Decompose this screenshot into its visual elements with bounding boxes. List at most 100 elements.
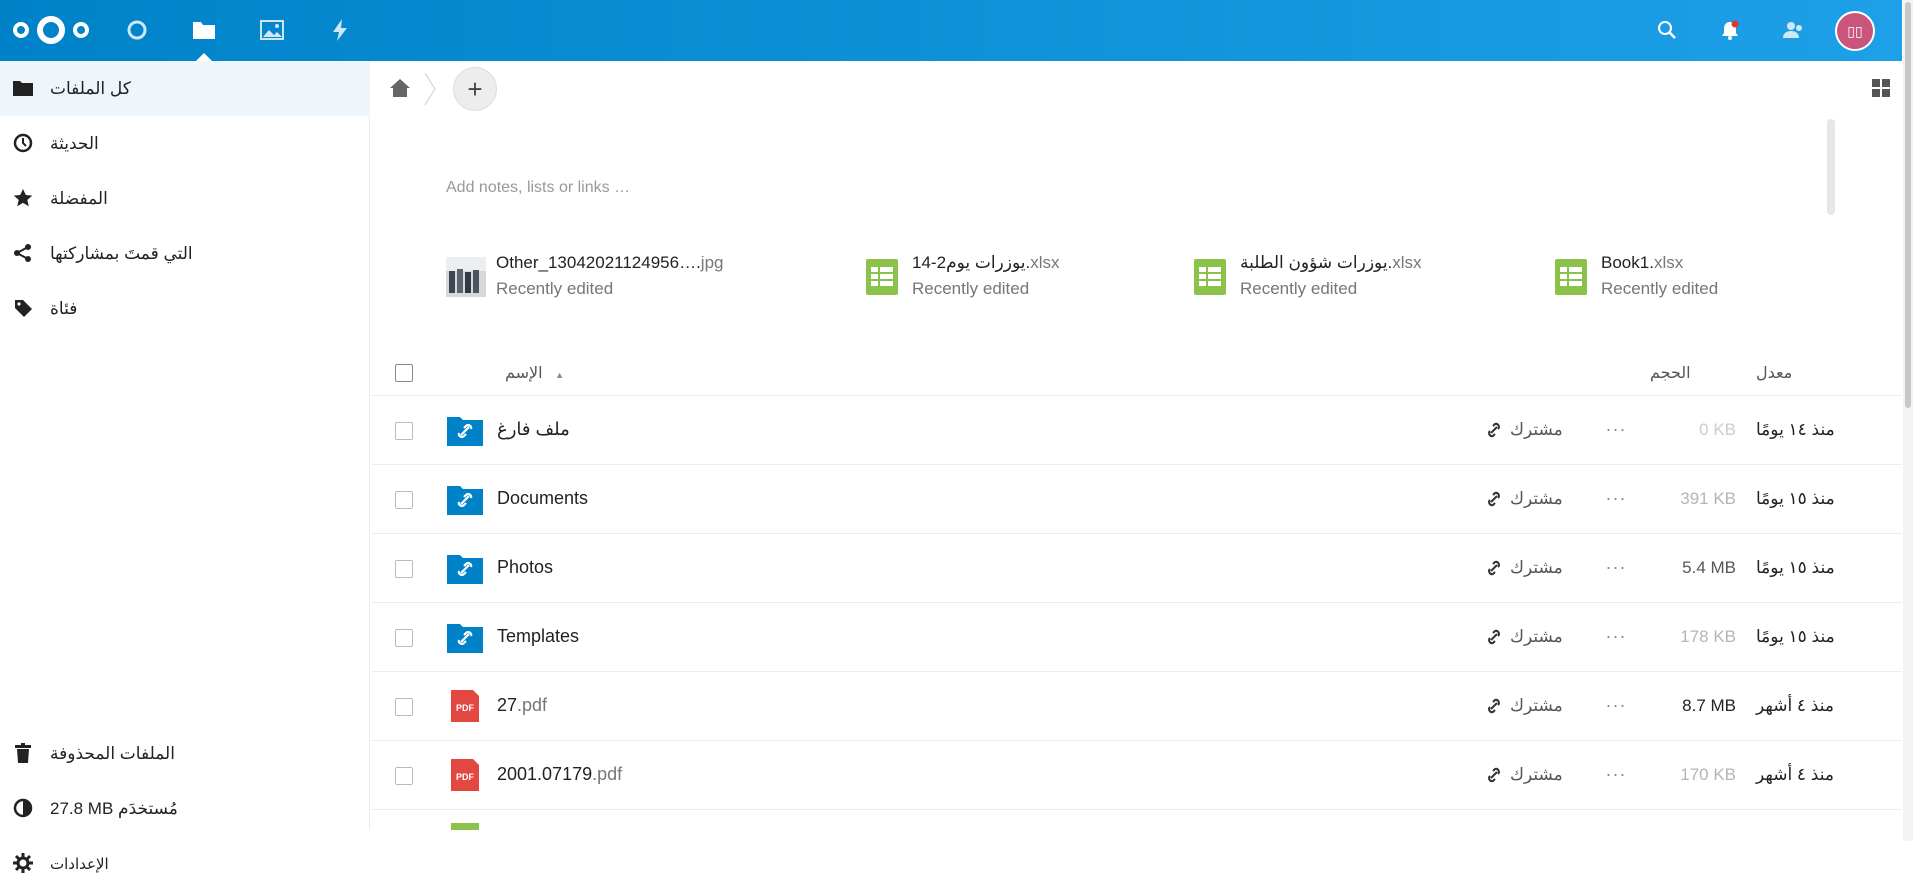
more-actions-icon[interactable]: ···	[1601, 763, 1631, 785]
shared-folder-icon	[447, 417, 483, 446]
search-icon[interactable]	[1653, 16, 1681, 44]
row-checkbox[interactable]	[395, 767, 413, 785]
home-icon[interactable]	[389, 77, 411, 99]
file-modified: منذ ١٥ يومًا	[1756, 558, 1835, 577]
row-checkbox[interactable]	[395, 422, 413, 440]
recent-file-ext: xlsx	[1392, 253, 1422, 272]
recent-file[interactable]: Other_13042021124956….jpg Recently edite…	[446, 253, 766, 303]
file-size: 8.7 MB	[1682, 696, 1736, 715]
avatar[interactable]: ▯▯	[1835, 11, 1875, 51]
pdf-icon: PDF	[451, 690, 479, 722]
top-header: ▯▯	[0, 0, 1902, 61]
file-size: 170 KB	[1680, 765, 1736, 784]
column-header-modified[interactable]: معدل	[1756, 363, 1792, 383]
sidebar-item-tags[interactable]: فئاة	[0, 281, 370, 336]
sidebar-item-shared[interactable]: التي قمتَ بمشاركتها	[0, 226, 370, 281]
recent-file[interactable]: يوزرات شؤون الطلبة.xlsx Recently edited	[1190, 253, 1490, 303]
more-actions-icon[interactable]: ···	[1601, 694, 1631, 716]
photos-icon[interactable]	[258, 16, 286, 44]
tag-icon	[13, 298, 33, 318]
spreadsheet-icon	[866, 259, 898, 295]
column-name-label: الإسم	[505, 365, 543, 382]
recent-file-status: Recently edited	[496, 279, 614, 298]
add-new-button[interactable]: +	[453, 67, 497, 111]
table-row[interactable]: Documents مشترك ··· 391 KB منذ ١٥ يومًا	[371, 465, 1902, 534]
file-name: 2001.07179.pdf	[497, 764, 622, 785]
select-all-checkbox[interactable]	[395, 364, 413, 382]
link-icon	[1488, 767, 1500, 783]
recent-file[interactable]: Book1.xlsx Recently edited	[1551, 253, 1781, 303]
share-button[interactable]: مشترك	[1486, 489, 1563, 509]
more-actions-icon[interactable]: ···	[1601, 418, 1631, 440]
sort-asc-icon: ▲	[555, 370, 564, 380]
row-checkbox[interactable]	[395, 491, 413, 509]
svg-text:PDF: PDF	[456, 772, 475, 782]
share-button[interactable]: مشترك	[1486, 558, 1563, 578]
sidebar-item-all-files[interactable]: كل الملفات	[0, 61, 370, 116]
files-icon[interactable]	[190, 16, 218, 44]
file-modified: منذ ١٥ يومًا	[1756, 627, 1835, 646]
table-row[interactable]: Templates مشترك ··· 178 KB منذ ١٥ يومًا	[371, 603, 1902, 672]
activity-icon[interactable]	[326, 16, 354, 44]
link-icon	[1488, 560, 1500, 576]
file-modified: منذ ١٥ يومًا	[1756, 489, 1835, 508]
svg-text:PDF: PDF	[456, 703, 475, 713]
quota-indicator[interactable]: 27.8 MB مُستخدَم	[0, 781, 370, 836]
recent-file[interactable]: يوزرات يوم2-14.xlsx Recently edited	[862, 253, 1122, 303]
contacts-icon[interactable]	[1779, 16, 1807, 44]
share-label: مشترك	[1510, 420, 1563, 439]
sidebar-item-settings[interactable]: الإعدادات	[0, 836, 370, 891]
sidebar-item-deleted-files[interactable]: الملفات المحذوفة	[0, 726, 370, 781]
sidebar-item-label: الإعدادات	[50, 855, 109, 873]
spreadsheet-icon	[1555, 259, 1587, 295]
row-checkbox[interactable]	[395, 698, 413, 716]
column-header-name[interactable]: الإسم ▲	[505, 363, 564, 383]
column-header-size[interactable]: الحجم	[1650, 363, 1691, 383]
gear-icon	[13, 853, 33, 873]
recent-file-status: Recently edited	[1240, 279, 1358, 298]
file-name-base: ملف فارغ	[497, 419, 570, 439]
file-name-base: 2001.07179	[497, 764, 593, 784]
folder-icon	[13, 78, 33, 98]
add-button-label: +	[467, 73, 483, 104]
file-modified: منذ ٤ أشهر	[1756, 696, 1834, 715]
table-row[interactable]: PDF 2001.07179.pdf مشترك ··· 170 KB منذ …	[371, 741, 1902, 810]
sidebar-item-recent[interactable]: الحديثة	[0, 116, 370, 171]
more-actions-icon[interactable]: ···	[1601, 625, 1631, 647]
share-button[interactable]: مشترك	[1486, 765, 1563, 785]
file-size: 391 KB	[1680, 489, 1736, 508]
table-row[interactable]: PDF 27.pdf مشترك ··· 8.7 MB منذ ٤ أشهر	[371, 672, 1902, 741]
more-actions-icon[interactable]: ···	[1601, 487, 1631, 509]
row-checkbox[interactable]	[395, 629, 413, 647]
share-button[interactable]: مشترك	[1486, 420, 1563, 440]
breadcrumb-separator	[424, 72, 436, 106]
sidebar-item-label: الحديثة	[50, 133, 99, 153]
sidebar-item-favorites[interactable]: المفضلة	[0, 171, 370, 226]
file-modified: منذ ١٤ يومًا	[1756, 420, 1835, 439]
table-row[interactable]: ملف فارغ مشترك ··· 0 KB منذ ١٤ يومًا	[371, 396, 1902, 465]
rich-workspace-input[interactable]: Add notes, lists or links …	[446, 179, 630, 197]
avatar-initials: ▯▯	[1847, 22, 1863, 39]
notes-scrollbar[interactable]	[1827, 119, 1835, 215]
page-scrollbar[interactable]	[1903, 0, 1913, 841]
file-name: 27.pdf	[497, 695, 547, 716]
recent-file-ext: xlsx	[1653, 253, 1684, 272]
share-button[interactable]: مشترك	[1486, 696, 1563, 716]
share-label: مشترك	[1510, 696, 1563, 715]
dashboard-icon[interactable]	[123, 16, 151, 44]
sidebar-item-label: التي قمتَ بمشاركتها	[50, 243, 193, 263]
file-name-base: 27	[497, 695, 518, 715]
notifications-icon[interactable]	[1716, 16, 1744, 44]
grid-view-icon[interactable]	[1871, 78, 1891, 98]
page-scrollbar-thumb[interactable]	[1905, 2, 1911, 408]
row-checkbox[interactable]	[395, 560, 413, 578]
share-button[interactable]: مشترك	[1486, 627, 1563, 647]
table-row[interactable]: Photos مشترك ··· 5.4 MB منذ ١٥ يومًا	[371, 534, 1902, 603]
recent-file-status: Recently edited	[1601, 279, 1719, 298]
nextcloud-logo[interactable]	[12, 14, 90, 46]
file-name: Templates	[497, 626, 579, 647]
file-name: Photos	[497, 557, 553, 578]
file-size: 0 KB	[1699, 420, 1736, 439]
more-actions-icon[interactable]: ···	[1601, 556, 1631, 578]
link-icon	[1488, 629, 1500, 645]
